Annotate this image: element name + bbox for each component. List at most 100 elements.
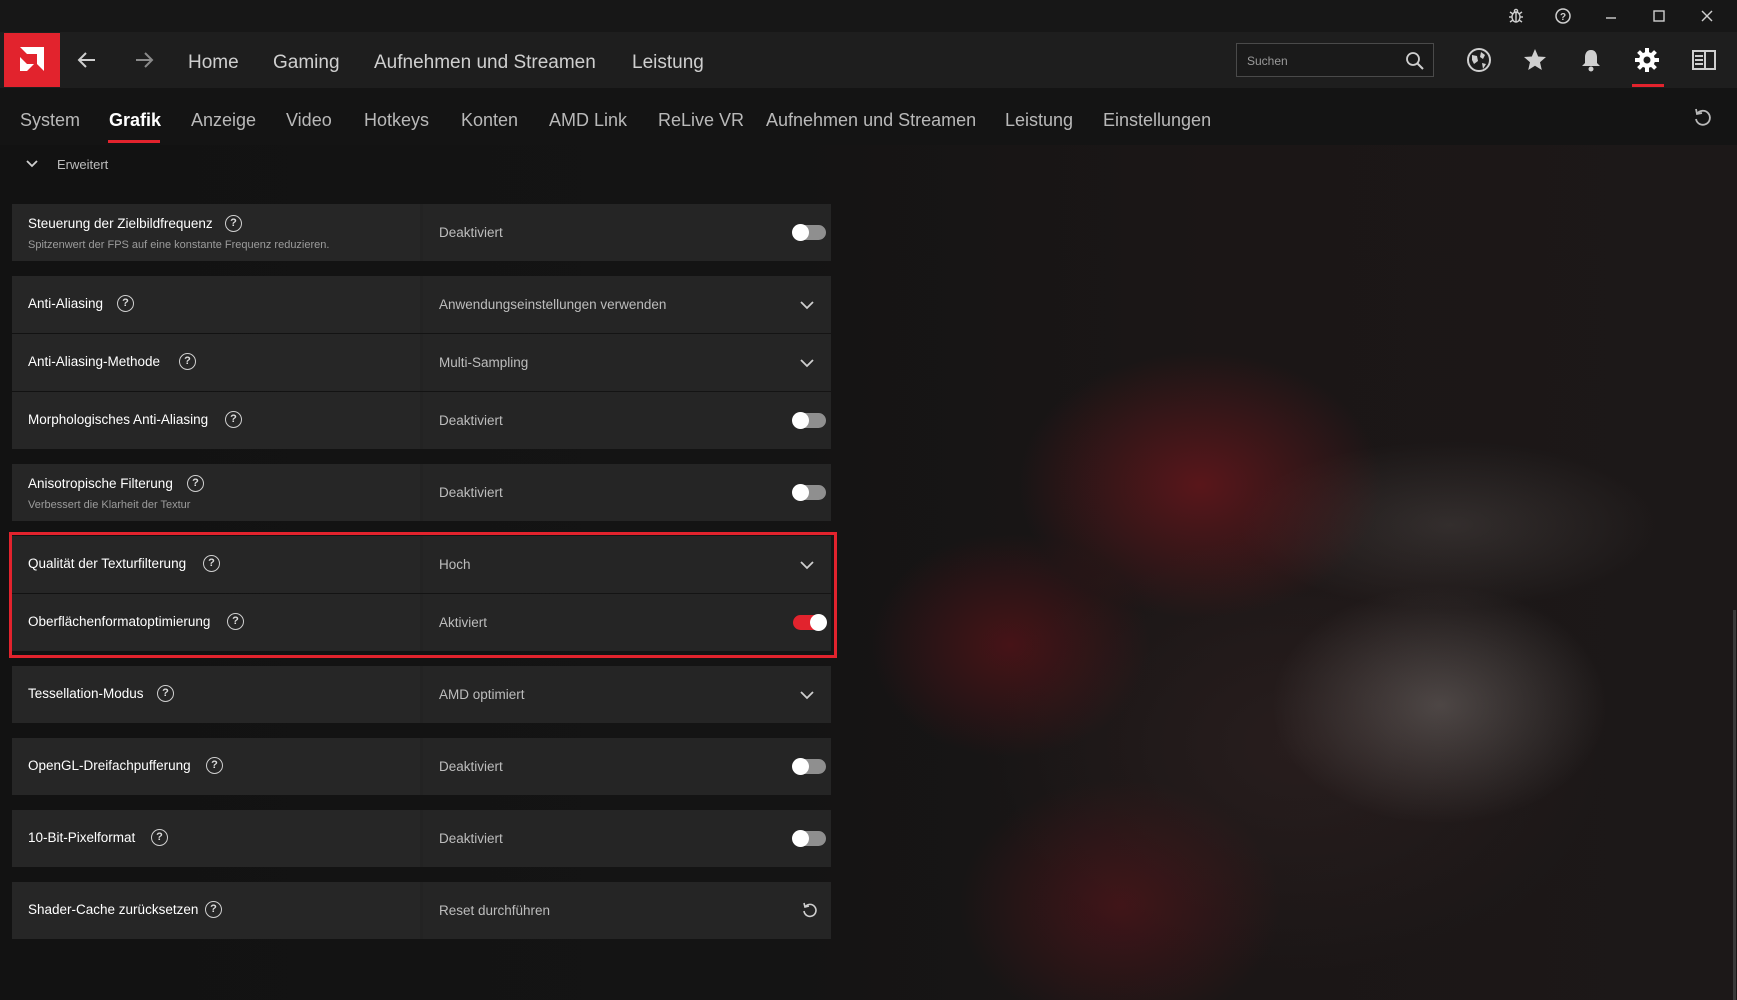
setting-dropdown[interactable]: Anwendungseinstellungen verwenden <box>423 276 831 333</box>
maximize-icon[interactable] <box>1650 7 1668 25</box>
setting-label-cell: Steuerung der Zielbildfrequenz ? Spitzen… <box>12 204 420 261</box>
setting-title: Anti-Aliasing <box>28 296 104 311</box>
tab-system[interactable]: System <box>20 110 80 131</box>
setting-label-cell: Anti-Aliasing-Methode ? <box>12 334 420 391</box>
setting-title: Anisotropische Filterung <box>28 476 173 491</box>
help-icon[interactable]: ? <box>117 295 134 312</box>
help-icon[interactable]: ? <box>225 215 242 232</box>
setting-title: Steuerung der Zielbildfrequenz <box>28 216 213 231</box>
back-arrow-icon[interactable] <box>73 46 101 74</box>
help-icon[interactable]: ? <box>151 829 168 846</box>
chevron-down-icon <box>800 691 814 700</box>
help-icon[interactable]: ? <box>225 411 242 428</box>
setting-value-cell[interactable]: Deaktiviert <box>423 464 831 521</box>
tab-relive-vr[interactable]: ReLive VR <box>658 110 744 131</box>
tab-hotkeys[interactable]: Hotkeys <box>364 110 429 131</box>
settings-active-indicator <box>1632 84 1664 87</box>
toggle-knob <box>792 758 809 775</box>
setting-title: Shader-Cache zurücksetzen <box>28 902 199 917</box>
search-icon[interactable] <box>1405 51 1425 71</box>
tab-display[interactable]: Anzeige <box>191 110 256 131</box>
toggle-switch[interactable] <box>792 484 826 501</box>
help-icon[interactable]: ? <box>1554 7 1572 25</box>
nav-performance[interactable]: Leistung <box>632 52 704 74</box>
setting-title: Tessellation-Modus <box>28 686 144 701</box>
tab-performance[interactable]: Leistung <box>1005 110 1073 131</box>
setting-title: OpenGL-Dreifachpufferung <box>28 758 191 773</box>
highlight-box <box>9 532 837 658</box>
setting-row-anti-aliasing: Anti-Aliasing ? Anwendungseinstellungen … <box>12 276 831 333</box>
close-icon[interactable] <box>1698 7 1716 25</box>
toggle-knob <box>792 830 809 847</box>
setting-value: Reset durchführen <box>439 903 551 918</box>
setting-title: Morphologisches Anti-Aliasing <box>28 412 209 427</box>
setting-value: Anwendungseinstellungen verwenden <box>439 297 667 312</box>
settings-gear-icon[interactable] <box>1634 47 1660 73</box>
toggle-switch[interactable] <box>792 830 826 847</box>
notification-bell-icon[interactable] <box>1578 47 1604 73</box>
setting-dropdown[interactable]: Multi-Sampling <box>423 334 831 391</box>
bug-report-icon[interactable] <box>1507 7 1525 25</box>
scrollbar[interactable] <box>1733 610 1736 1000</box>
setting-title: Anti-Aliasing-Methode <box>28 354 161 369</box>
setting-value: AMD optimiert <box>439 687 525 702</box>
tab-accounts[interactable]: Konten <box>461 110 518 131</box>
setting-row-10-bit-pixel-format: 10-Bit-Pixelformat ? Deaktiviert <box>12 810 831 867</box>
setting-label-cell: Morphologisches Anti-Aliasing ? <box>12 392 420 449</box>
nav-gaming[interactable]: Gaming <box>273 52 340 74</box>
toggle-switch[interactable] <box>792 758 826 775</box>
tab-record-stream[interactable]: Aufnehmen und Streamen <box>766 110 976 131</box>
search-input[interactable] <box>1245 44 1399 78</box>
chevron-down-icon <box>800 359 814 368</box>
tab-amd-link[interactable]: AMD Link <box>549 110 627 131</box>
amd-logo[interactable] <box>4 33 60 87</box>
setting-title: 10-Bit-Pixelformat <box>28 830 136 845</box>
setting-value-cell[interactable]: Deaktiviert <box>423 810 831 867</box>
setting-label-cell: 10-Bit-Pixelformat ? <box>12 810 420 867</box>
nav-record-stream[interactable]: Aufnehmen und Streamen <box>374 52 596 74</box>
help-icon[interactable]: ? <box>205 901 222 918</box>
setting-row-target-frame-rate: Steuerung der Zielbildfrequenz ? Spitzen… <box>12 204 831 261</box>
setting-value-cell[interactable]: Deaktiviert <box>423 204 831 261</box>
globe-icon[interactable] <box>1466 47 1492 73</box>
help-icon[interactable]: ? <box>157 685 174 702</box>
setting-row-anisotropic-filtering: Anisotropische Filterung ? Verbessert di… <box>12 464 831 521</box>
setting-label-cell: Tessellation-Modus ? <box>12 666 420 723</box>
setting-value-cell[interactable]: Deaktiviert <box>423 738 831 795</box>
search-box[interactable] <box>1236 43 1434 78</box>
setting-value: Deaktiviert <box>439 759 503 774</box>
sidebar-panel-icon[interactable] <box>1691 47 1717 73</box>
setting-row-opengl-triple-buffering: OpenGL-Dreifachpufferung ? Deaktiviert <box>12 738 831 795</box>
tab-video[interactable]: Video <box>286 110 332 131</box>
section-title-advanced[interactable]: Erweitert <box>57 157 108 172</box>
setting-row-tessellation-mode: Tessellation-Modus ? AMD optimiert <box>12 666 831 723</box>
setting-value: Deaktiviert <box>439 831 503 846</box>
reset-tab-icon[interactable] <box>1692 106 1714 128</box>
svg-text:?: ? <box>1560 12 1566 23</box>
favorites-star-icon[interactable] <box>1522 47 1548 73</box>
setting-label-cell: OpenGL-Dreifachpufferung ? <box>12 738 420 795</box>
title-bar <box>0 0 1737 32</box>
forward-arrow-icon[interactable] <box>130 46 158 74</box>
setting-label-cell: Anisotropische Filterung ? Verbessert di… <box>12 464 420 521</box>
reset-shader-cache-button[interactable]: Reset durchführen <box>423 882 831 939</box>
setting-value: Deaktiviert <box>439 413 503 428</box>
help-icon[interactable]: ? <box>206 757 223 774</box>
chevron-down-icon[interactable] <box>24 156 40 172</box>
setting-description: Verbessert die Klarheit der Textur <box>28 499 191 511</box>
setting-label-cell: Anti-Aliasing ? <box>12 276 420 333</box>
help-icon[interactable]: ? <box>187 475 204 492</box>
nav-home[interactable]: Home <box>188 52 239 74</box>
toggle-knob <box>792 224 809 241</box>
tab-preferences[interactable]: Einstellungen <box>1103 110 1211 131</box>
setting-value-cell[interactable]: Deaktiviert <box>423 392 831 449</box>
toggle-switch[interactable] <box>792 412 826 429</box>
tab-active-indicator <box>108 140 160 143</box>
setting-dropdown[interactable]: AMD optimiert <box>423 666 831 723</box>
toggle-knob <box>792 484 809 501</box>
setting-value: Multi-Sampling <box>439 355 529 370</box>
help-icon[interactable]: ? <box>179 353 196 370</box>
tab-graphics[interactable]: Grafik <box>109 110 161 131</box>
toggle-switch[interactable] <box>792 224 826 241</box>
minimize-icon[interactable] <box>1602 7 1620 25</box>
